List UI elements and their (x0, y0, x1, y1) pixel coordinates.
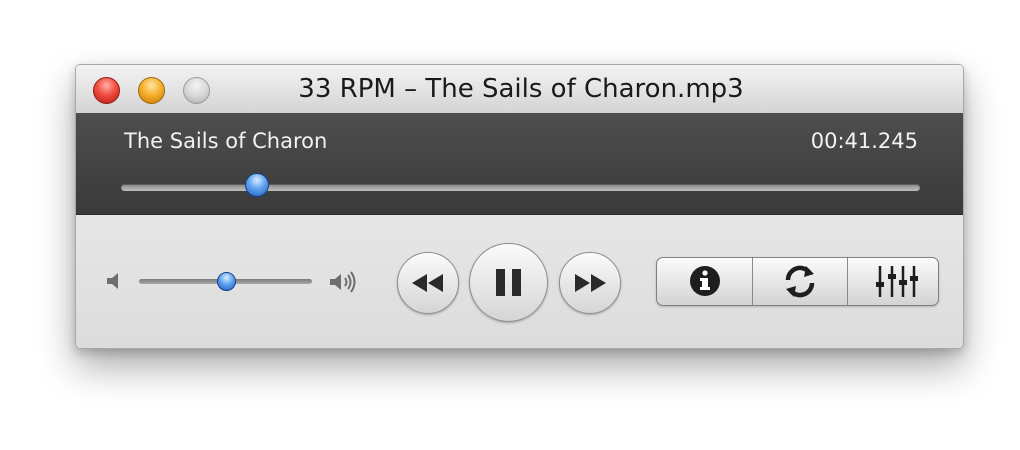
repeat-button[interactable] (752, 258, 847, 305)
page: 33 RPM – The Sails of Charon.mp3 The Sai… (0, 0, 1020, 450)
pause-button[interactable] (469, 243, 548, 322)
now-playing-panel: The Sails of Charon 00:41.245 (76, 113, 963, 215)
playback-position-knob[interactable] (244, 173, 269, 197)
close-window-button[interactable] (93, 77, 120, 104)
minimize-window-button[interactable] (138, 77, 165, 104)
rewind-icon (412, 274, 443, 292)
volume-slider-knob[interactable] (216, 272, 236, 291)
speaker-high-icon (328, 269, 358, 295)
zoom-window-button[interactable] (183, 77, 210, 104)
info-icon (690, 266, 720, 296)
speaker-low-icon (104, 269, 124, 293)
controls-bar (76, 215, 963, 348)
elapsed-time: 00:41.245 (810, 129, 918, 153)
fast-forward-icon (575, 274, 606, 292)
equalizer-icon (876, 266, 918, 297)
title-bar[interactable]: 33 RPM – The Sails of Charon.mp3 (76, 65, 963, 113)
pause-icon (496, 269, 521, 296)
window-title: 33 RPM – The Sails of Charon.mp3 (298, 74, 744, 104)
track-name: The Sails of Charon (124, 129, 328, 153)
playback-progress-track[interactable] (121, 184, 920, 191)
equalizer-button[interactable] (847, 258, 938, 305)
info-button[interactable] (657, 258, 751, 305)
rewind-button[interactable] (397, 252, 459, 314)
player-window: 33 RPM – The Sails of Charon.mp3 The Sai… (75, 64, 964, 349)
repeat-icon (785, 265, 815, 298)
tools-segmented-control (656, 257, 939, 306)
fast-forward-button[interactable] (559, 252, 621, 314)
